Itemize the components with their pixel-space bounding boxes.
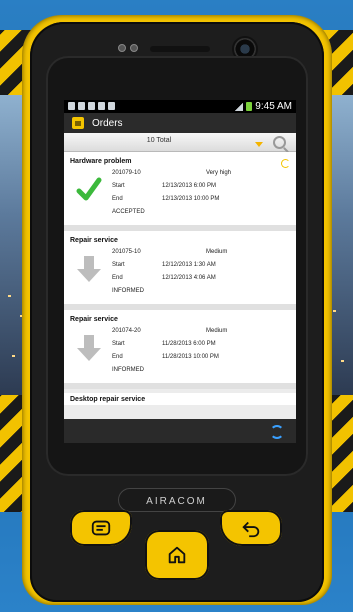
start-label: Start [112, 262, 125, 268]
down-arrow-icon [76, 254, 102, 284]
phone-screen: 9:45 AM Orders 10 Total Hardware problem… [64, 100, 296, 443]
order-name: Desktop repair service [70, 396, 146, 403]
sensor-dot [118, 44, 126, 52]
refresh-icon[interactable] [281, 159, 290, 168]
status-bar: 9:45 AM [64, 100, 296, 113]
home-icon [168, 546, 186, 564]
order-id: 201075-10 [112, 249, 141, 255]
order-priority: Very high [206, 170, 232, 176]
down-arrow-icon [76, 333, 102, 363]
start-time: 12/12/2013 1:30 AM [162, 262, 216, 268]
notification-icon [88, 102, 95, 110]
app-icon[interactable] [72, 117, 84, 129]
end-label: End [112, 354, 123, 360]
search-icon[interactable] [273, 136, 286, 149]
notification-icon [78, 102, 85, 110]
order-name: Repair service [70, 316, 118, 323]
home-button[interactable] [145, 530, 209, 580]
notification-icon [68, 102, 75, 110]
start-time: 12/13/2013 6:00 PM [162, 183, 217, 189]
notification-icon [108, 102, 115, 110]
action-bar: Orders [64, 113, 296, 133]
notification-icon [98, 102, 105, 110]
order-name: Repair service [70, 237, 118, 244]
order-priority: Medium [206, 249, 228, 255]
filter-bar: 10 Total [64, 133, 296, 152]
start-label: Start [112, 341, 125, 347]
order-id: 201079-10 [112, 170, 141, 176]
page-title: Orders [92, 117, 123, 129]
sync-icon[interactable] [270, 425, 284, 439]
order-list-item[interactable]: Desktop repair service [64, 393, 296, 405]
order-priority: Medium [206, 328, 228, 334]
total-count-dropdown[interactable]: 10 Total [64, 137, 254, 144]
sensor-dot [130, 44, 138, 52]
order-status: ACCEPTED [112, 209, 145, 215]
order-list-item[interactable]: Hardware problem 201079-10 Very high Sta… [64, 152, 296, 231]
notification-icons [68, 102, 115, 110]
menu-icon [91, 520, 111, 536]
end-label: End [112, 196, 123, 202]
battery-icon [246, 102, 253, 111]
end-time: 11/28/2013 10:00 PM [162, 354, 219, 360]
back-button[interactable] [220, 510, 282, 546]
earpiece-speaker [150, 46, 210, 52]
start-label: Start [112, 183, 125, 189]
dropdown-arrow-icon[interactable] [255, 142, 263, 147]
brand-label: AIRACOM [146, 496, 207, 507]
check-icon [76, 175, 102, 205]
signal-icon [235, 102, 244, 111]
start-time: 11/28/2013 6:00 PM [162, 341, 216, 347]
order-id: 201074-20 [112, 328, 141, 334]
order-list-item[interactable]: Repair service 201074-20 Medium Start 11… [64, 310, 296, 389]
bottom-bar [64, 419, 296, 443]
order-status: INFORMED [112, 288, 144, 294]
end-time: 12/12/2013 4:06 AM [162, 275, 216, 281]
order-name: Hardware problem [70, 158, 132, 165]
order-list-item[interactable]: Repair service 201075-10 Medium Start 12… [64, 231, 296, 310]
end-label: End [112, 275, 123, 281]
menu-button[interactable] [70, 510, 132, 546]
back-icon [242, 521, 260, 538]
end-time: 12/13/2013 10:00 PM [162, 196, 220, 202]
order-status: INFORMED [112, 367, 144, 373]
status-time: 9:45 AM [255, 101, 292, 112]
